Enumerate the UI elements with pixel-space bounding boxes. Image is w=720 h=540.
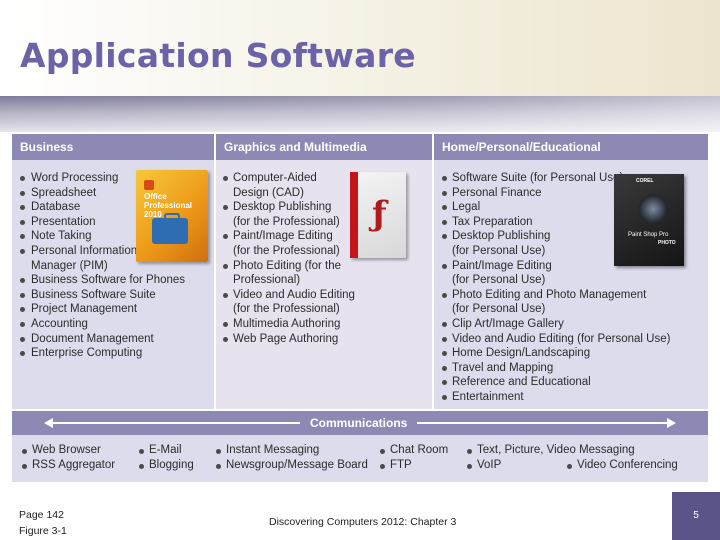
communications-heading: Communications xyxy=(300,415,418,431)
list-item: Project Management xyxy=(12,302,214,317)
box-spine xyxy=(350,172,358,258)
comm-item: Text, Picture, Video Messaging xyxy=(465,444,635,456)
comm-item: Instant Messaging xyxy=(214,444,319,456)
arrow-right-icon xyxy=(667,418,676,428)
slide-title: Application Software xyxy=(20,36,416,75)
comm-item: Blogging xyxy=(137,459,194,471)
office-logo-icon xyxy=(144,180,154,190)
comm-item: E-Mail xyxy=(137,444,182,456)
list-item: Document Management xyxy=(12,332,214,347)
comm-item: FTP xyxy=(378,459,412,471)
communications-section: Communications Web Browser RSS Aggregato… xyxy=(12,411,708,482)
list-item-continuation: (for Personal Use) xyxy=(452,274,546,287)
list-item: Travel and Mapping xyxy=(434,361,708,376)
camera-lens-icon xyxy=(638,194,668,224)
footer-reference: Page 142 Figure 3-1 xyxy=(19,507,67,539)
arrow-left-icon xyxy=(44,418,53,428)
list-item: Video and Audio Editing (for Personal Us… xyxy=(434,332,708,347)
comm-item: Newsgroup/Message Board xyxy=(214,459,368,471)
list-item: Web Page Authoring xyxy=(216,332,432,347)
list-item: Entertainment xyxy=(434,390,708,405)
adobe-product-box-image: ƒ xyxy=(350,172,406,258)
slide-number: 5 xyxy=(693,510,699,521)
communications-header: Communications xyxy=(12,411,708,435)
office-product-box-image: Office Professional 2010 xyxy=(136,170,208,262)
comm-item: Web Browser xyxy=(20,444,101,456)
list-item: Photo Editing (for the xyxy=(216,259,432,274)
corel-brand: COREL xyxy=(636,178,654,184)
comm-item: RSS Aggregator xyxy=(20,459,115,471)
business-heading: Business xyxy=(12,134,214,160)
list-item-continuation: Professional) xyxy=(233,274,301,287)
corel-product-name: Paint Shop Pro xyxy=(628,232,669,238)
list-item: Enterprise Computing xyxy=(12,346,214,361)
slide-number-box: 5 xyxy=(672,492,720,540)
list-item: Multimedia Authoring xyxy=(216,317,432,332)
list-item: Reference and Educational xyxy=(434,375,708,390)
briefcase-icon xyxy=(152,213,188,244)
decorative-band xyxy=(0,96,720,132)
adobe-logo-icon: ƒ xyxy=(372,194,387,234)
home-heading: Home/Personal/Educational xyxy=(434,134,708,160)
footer-text: Discovering Computers 2012: Chapter 3 xyxy=(269,516,457,528)
corel-product-sub: PHOTO xyxy=(658,240,676,246)
graphics-heading: Graphics and Multimedia xyxy=(216,134,432,160)
application-software-figure: Business Word Processing Spreadsheet Dat… xyxy=(12,134,708,482)
figure-reference: Figure 3-1 xyxy=(19,525,67,537)
list-item: Home Design/Landscaping xyxy=(434,346,708,361)
list-item: Accounting xyxy=(12,317,214,332)
page-reference: Page 142 xyxy=(19,509,64,521)
list-item: Photo Editing and Photo Management xyxy=(434,288,708,303)
comm-item: VoIP xyxy=(465,459,501,471)
list-item: Business Software Suite xyxy=(12,288,214,303)
list-item: Business Software for Phones xyxy=(12,273,214,288)
list-item: Clip Art/Image Gallery xyxy=(434,317,708,332)
corel-product-box-image: COREL Paint Shop Pro PHOTO xyxy=(614,174,684,266)
list-item: Video and Audio Editing xyxy=(216,288,432,303)
list-item-continuation: (for the Professional) xyxy=(233,303,340,316)
comm-item: Chat Room xyxy=(378,444,448,456)
list-item-continuation: (for Personal Use) xyxy=(452,303,546,316)
comm-item: Video Conferencing xyxy=(565,459,678,471)
